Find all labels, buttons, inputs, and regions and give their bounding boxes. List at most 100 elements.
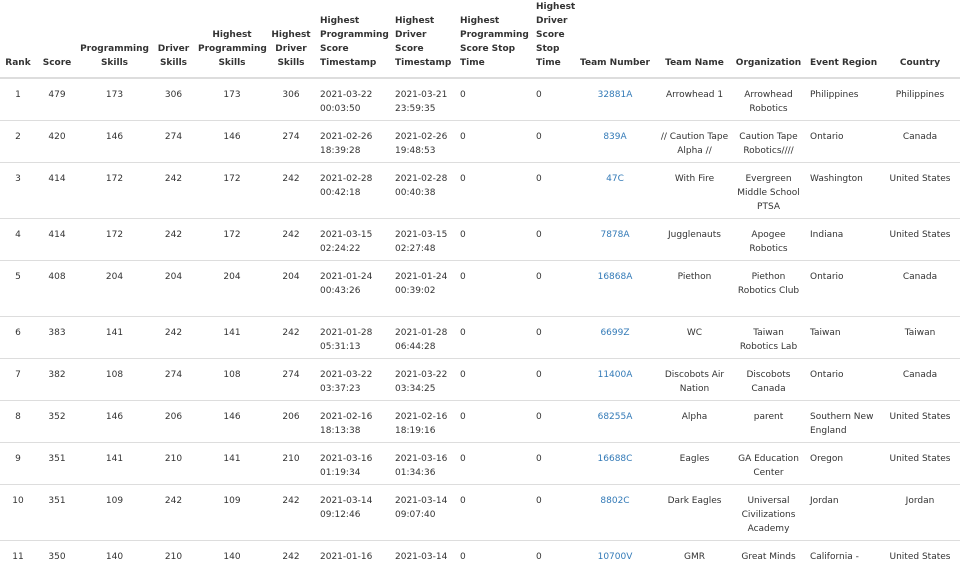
rank-cell: 5 bbox=[0, 259, 36, 316]
organization-cell: parent bbox=[733, 399, 804, 442]
rank-cell: 2 bbox=[0, 119, 36, 162]
programming-skills-cell: 172 bbox=[78, 217, 151, 260]
team-number-cell: 839A bbox=[574, 119, 656, 162]
col-header-team-number[interactable]: Team Number bbox=[574, 0, 656, 79]
highest-programming-timestamp-cell: 2021-03-22 03:37:23 bbox=[314, 357, 389, 400]
highest-driver-skills-cell: 242 bbox=[268, 539, 314, 582]
team-number-cell: 11400A bbox=[574, 357, 656, 400]
team-name-cell: Jugglenauts bbox=[656, 217, 733, 260]
country-cell: United States bbox=[880, 539, 960, 582]
highest-driver-skills-cell: 274 bbox=[268, 119, 314, 162]
timestamp-time: 18:39:28 bbox=[320, 145, 361, 156]
highest-programming-skills-cell: 172 bbox=[196, 161, 268, 218]
col-header-highest-driver-timestamp[interactable]: Highest Driver Score Timestamp bbox=[389, 0, 454, 79]
timestamp-time: 01:19:34 bbox=[320, 467, 361, 478]
col-header-rank[interactable]: Rank bbox=[0, 0, 36, 79]
highest-driver-timestamp-cell: 2021-03-15 02:27:48 bbox=[389, 217, 454, 260]
timestamp-time: 01:34:36 bbox=[395, 467, 436, 478]
timestamp-date: 2021-01-28 bbox=[320, 327, 373, 338]
highest-programming-skills-cell: 109 bbox=[196, 483, 268, 540]
score-cell: 414 bbox=[36, 161, 78, 218]
col-header-programming-skills[interactable]: Programming Skills bbox=[78, 0, 151, 79]
col-header-highest-programming-stop-time[interactable]: Highest Programming Score Stop Time bbox=[454, 0, 530, 79]
highest-programming-stop-time-cell: 0 bbox=[454, 259, 530, 316]
team-number-link[interactable]: 6699Z bbox=[600, 328, 629, 338]
col-header-highest-driver-stop-time[interactable]: Highest Driver Score Stop Time bbox=[530, 0, 575, 79]
timestamp-time: 09:07:40 bbox=[395, 509, 436, 520]
team-number-cell: 8802C bbox=[574, 483, 656, 540]
team-name-cell: // Caution Tape Alpha // bbox=[656, 119, 733, 162]
team-number-link[interactable]: 16688C bbox=[598, 454, 633, 464]
programming-skills-cell: 109 bbox=[78, 483, 151, 540]
score-cell: 479 bbox=[36, 77, 78, 120]
team-number-cell: 7878A bbox=[574, 217, 656, 260]
timestamp-time: 00:39:02 bbox=[395, 285, 436, 296]
timestamp-time: 18:19:16 bbox=[395, 425, 436, 436]
col-header-team-name[interactable]: Team Name bbox=[656, 0, 733, 79]
col-header-highest-programming-timestamp[interactable]: Highest Programming Score Timestamp bbox=[314, 0, 389, 79]
highest-programming-stop-time-cell: 0 bbox=[454, 399, 530, 442]
score-cell: 420 bbox=[36, 119, 78, 162]
timestamp-date: 2021-01-28 bbox=[395, 327, 448, 338]
timestamp-date: 2021-02-16 bbox=[320, 411, 373, 422]
highest-driver-stop-time-cell: 0 bbox=[530, 441, 574, 484]
col-header-event-region[interactable]: Event Region bbox=[804, 0, 880, 79]
country-cell: Canada bbox=[880, 259, 960, 316]
team-number-link[interactable]: 47C bbox=[606, 174, 624, 184]
team-number-link[interactable]: 11400A bbox=[598, 370, 633, 380]
team-number-link[interactable]: 839A bbox=[603, 132, 626, 142]
col-header-organization[interactable]: Organization bbox=[733, 0, 804, 79]
timestamp-date: 2021-03-14 bbox=[320, 495, 373, 506]
highest-programming-timestamp-cell: 2021-03-15 02:24:22 bbox=[314, 217, 389, 260]
team-number-link[interactable]: 16868A bbox=[598, 272, 633, 282]
highest-programming-timestamp-cell: 2021-02-26 18:39:28 bbox=[314, 119, 389, 162]
col-header-highest-driver-skills[interactable]: Highest Driver Skills bbox=[268, 0, 314, 79]
timestamp-time: 02:27:48 bbox=[395, 243, 436, 254]
team-number-link[interactable]: 32881A bbox=[598, 90, 633, 100]
driver-skills-cell: 242 bbox=[151, 161, 196, 218]
event-region-cell: Ontario bbox=[804, 357, 880, 400]
event-region-cell: Oregon bbox=[804, 441, 880, 484]
team-number-cell: 68255A bbox=[574, 399, 656, 442]
programming-skills-cell: 146 bbox=[78, 399, 151, 442]
team-number-cell: 16688C bbox=[574, 441, 656, 484]
highest-programming-timestamp-cell: 2021-03-16 01:19:34 bbox=[314, 441, 389, 484]
highest-programming-timestamp-cell: 2021-03-22 00:03:50 bbox=[314, 77, 389, 120]
highest-programming-timestamp-cell: 2021-02-28 00:42:18 bbox=[314, 161, 389, 218]
country-cell: Canada bbox=[880, 119, 960, 162]
event-region-cell: Southern New England bbox=[804, 399, 880, 442]
highest-programming-skills-cell: 140 bbox=[196, 539, 268, 582]
timestamp-date: 2021-03-14 bbox=[395, 495, 448, 506]
programming-skills-cell: 140 bbox=[78, 539, 151, 582]
table-row: 1 479 173 306 173 306 2021-03-22 00:03:50 2021-0… bbox=[0, 77, 960, 120]
country-cell: United States bbox=[880, 161, 960, 218]
programming-skills-cell: 204 bbox=[78, 259, 151, 316]
col-header-country[interactable]: Country bbox=[880, 0, 960, 79]
team-number-link[interactable]: 10700V bbox=[598, 552, 633, 562]
highest-programming-skills-cell: 172 bbox=[196, 217, 268, 260]
timestamp-date: 2021-03-22 bbox=[320, 90, 373, 100]
team-name-cell: Alpha bbox=[656, 399, 733, 442]
highest-programming-stop-time-cell: 0 bbox=[454, 441, 530, 484]
team-number-link[interactable]: 68255A bbox=[598, 412, 633, 422]
highest-programming-stop-time-cell: 0 bbox=[454, 539, 530, 582]
timestamp-date: 2021-03-22 bbox=[320, 369, 373, 380]
team-name-cell: Eagles bbox=[656, 441, 733, 484]
team-number-link[interactable]: 7878A bbox=[600, 230, 629, 240]
col-header-driver-skills[interactable]: Driver Skills bbox=[151, 0, 196, 79]
col-header-score[interactable]: Score bbox=[36, 0, 78, 79]
timestamp-date: 2021-03-15 bbox=[320, 229, 373, 240]
table-row: 2 420 146 274 146 274 2021-02-26 18:39:28 2021-0… bbox=[0, 119, 960, 162]
col-header-highest-programming-skills[interactable]: Highest Programming Skills bbox=[196, 0, 268, 79]
programming-skills-cell: 173 bbox=[78, 77, 151, 120]
organization-cell: Great Minds bbox=[733, 539, 804, 582]
highest-programming-stop-time-cell: 0 bbox=[454, 483, 530, 540]
highest-programming-stop-time-cell: 0 bbox=[454, 217, 530, 260]
timestamp-time: 06:44:28 bbox=[395, 341, 436, 352]
rank-cell: 9 bbox=[0, 441, 36, 484]
team-number-link[interactable]: 8802C bbox=[600, 496, 629, 506]
driver-skills-cell: 242 bbox=[151, 483, 196, 540]
driver-skills-cell: 210 bbox=[151, 441, 196, 484]
timestamp-date: 2021-03-21 bbox=[395, 90, 448, 100]
organization-cell: Universal Civilizations Academy bbox=[733, 483, 804, 540]
